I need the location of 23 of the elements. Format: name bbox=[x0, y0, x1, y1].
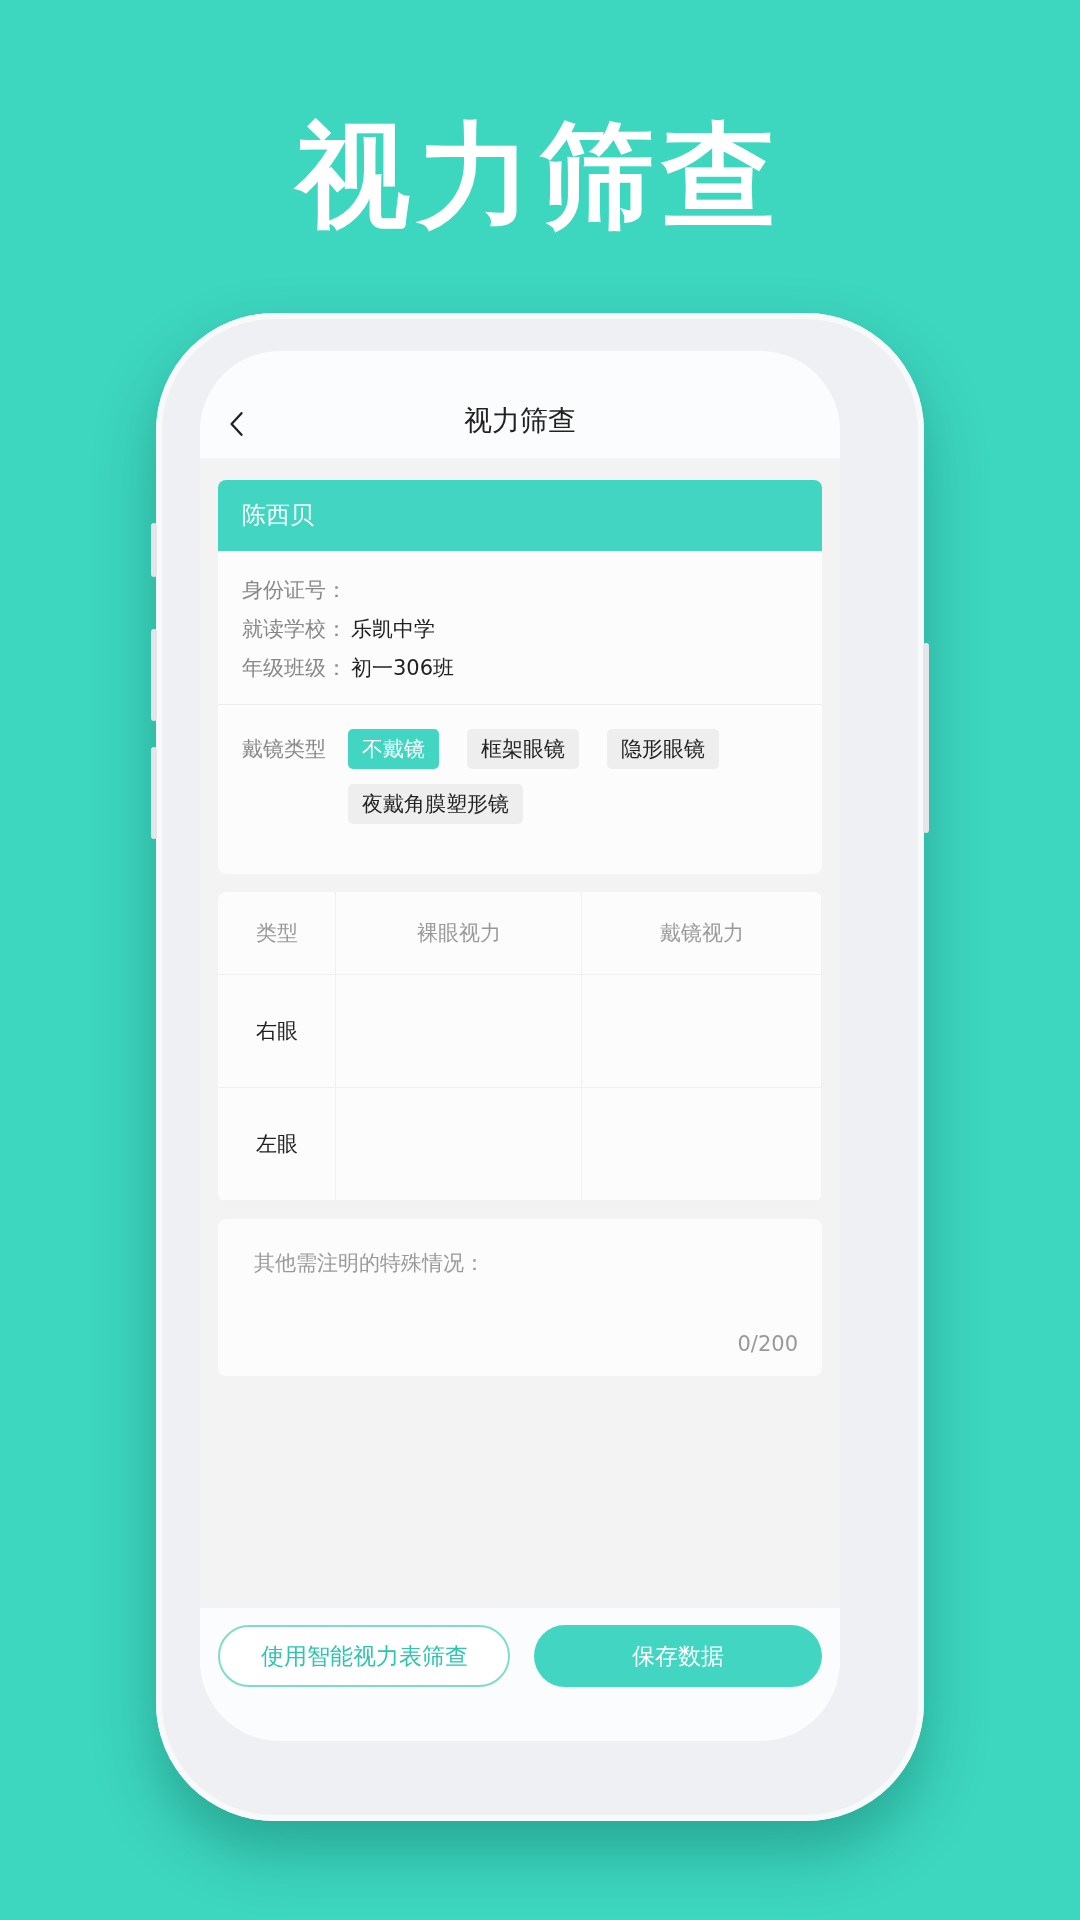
notes-placeholder: 其他需注明的特殊情况： bbox=[254, 1250, 486, 1277]
column-header: 裸眼视力 bbox=[336, 892, 582, 975]
field-value: 初一306班 bbox=[351, 656, 455, 680]
field-value: 乐凯中学 bbox=[351, 617, 435, 641]
row-label: 左眼 bbox=[218, 1088, 336, 1201]
notes-field[interactable]: 其他需注明的特殊情况： 0/200 bbox=[218, 1219, 822, 1376]
column-header: 戴镜视力 bbox=[582, 892, 822, 975]
page-title: 视力筛查 bbox=[463, 403, 577, 439]
glasses-option[interactable]: 隐形眼镜 bbox=[607, 729, 719, 769]
student-name: 陈西贝 bbox=[218, 480, 822, 551]
back-icon[interactable] bbox=[228, 410, 246, 438]
screening-button[interactable]: 使用智能视力表筛查 bbox=[218, 1625, 510, 1687]
field-label: 戴镜类型 bbox=[242, 736, 327, 763]
glasses-option[interactable]: 框架眼镜 bbox=[467, 729, 579, 769]
field-label: 身份证号： bbox=[242, 578, 347, 602]
column-header: 类型 bbox=[218, 892, 336, 975]
field-label: 就读学校： bbox=[242, 617, 347, 641]
save-button[interactable]: 保存数据 bbox=[534, 1625, 822, 1687]
glasses-option[interactable]: 不戴镜 bbox=[348, 729, 439, 769]
field-label: 年级班级： bbox=[242, 656, 347, 680]
row-label: 右眼 bbox=[218, 975, 336, 1088]
character-counter: 0/200 bbox=[736, 1332, 798, 1356]
glasses-option[interactable]: 夜戴角膜塑形镜 bbox=[348, 784, 523, 824]
